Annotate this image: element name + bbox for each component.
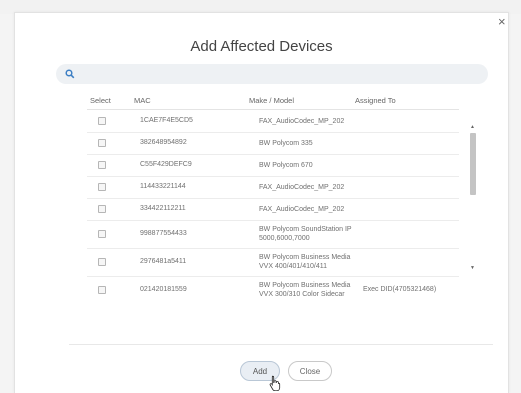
- make-model-cell: BW Polycom Business Media VVX 300/310 Col…: [259, 281, 359, 299]
- column-header-mac: MAC: [134, 96, 151, 105]
- make-model-line: BW Polycom 335: [259, 140, 313, 147]
- row-select-checkbox[interactable]: [98, 230, 106, 238]
- search-input[interactable]: [80, 66, 484, 84]
- make-model-line: VVX 400/401/410/411: [259, 263, 327, 270]
- hand-cursor-icon: [269, 375, 281, 391]
- close-icon[interactable]: ×: [498, 15, 506, 28]
- make-model-cell: BW Polycom 335: [259, 139, 359, 148]
- make-model-cell: FAX_AudioCodec_MP_202: [259, 205, 359, 214]
- table-row[interactable]: 2976481a5411 BW Polycom Business Media VVX…: [87, 248, 459, 277]
- mac-cell: C55F429DEFC9: [140, 161, 192, 168]
- make-model-cell: BW Polycom Business Media VVX 400/401/410…: [259, 253, 359, 271]
- table-row[interactable]: 1CAE7F4E5CD5 FAX_AudioCodec_MP_202: [87, 110, 459, 133]
- column-header-make-model: Make / Model: [249, 96, 295, 105]
- scroll-down-arrow-icon[interactable]: ▼: [470, 266, 475, 271]
- devices-table-body[interactable]: 1CAE7F4E5CD5 FAX_AudioCodec_MP_202 3826489…: [87, 110, 459, 300]
- search-bar[interactable]: [56, 64, 488, 84]
- make-model-cell: BW Polycom SoundStation IP 5000,6000,7000: [259, 225, 359, 243]
- make-model-line: BW Polycom Business Media: [259, 282, 351, 289]
- scroll-up-arrow-icon[interactable]: ▲: [470, 125, 475, 130]
- make-model-line: 5000,6000,7000: [259, 235, 310, 242]
- make-model-line: FAX_AudioCodec_MP_202: [259, 184, 345, 191]
- table-row[interactable]: C55F429DEFC9 BW Polycom 670: [87, 154, 459, 177]
- mac-cell: 021420181559: [140, 286, 187, 293]
- row-select-checkbox[interactable]: [98, 205, 106, 213]
- row-select-checkbox[interactable]: [98, 117, 106, 125]
- table-row[interactable]: 334422112211 FAX_AudioCodec_MP_202: [87, 198, 459, 221]
- make-model-line: BW Polycom 670: [259, 162, 313, 169]
- make-model-line: FAX_AudioCodec_MP_202: [259, 206, 345, 213]
- column-header-assigned-to: Assigned To: [355, 96, 396, 105]
- mac-cell: 1CAE7F4E5CD5: [140, 117, 193, 124]
- add-affected-devices-dialog: Add Affected Devices Select MAC Make / M…: [14, 12, 509, 393]
- row-select-checkbox[interactable]: [98, 258, 106, 266]
- make-model-line: BW Polycom Business Media: [259, 254, 351, 261]
- row-select-checkbox[interactable]: [98, 139, 106, 147]
- assigned-to-cell: Exec DID(4705321468): [363, 286, 437, 293]
- row-select-checkbox[interactable]: [98, 286, 106, 294]
- scrollbar-thumb[interactable]: [470, 133, 476, 195]
- table-row[interactable]: 998877554433 BW Polycom SoundStation IP 50…: [87, 220, 459, 249]
- make-model-line: FAX_AudioCodec_MP_202: [259, 118, 345, 125]
- footer-divider: [69, 344, 493, 345]
- table-row[interactable]: 382648954892 BW Polycom 335: [87, 132, 459, 155]
- make-model-cell: FAX_AudioCodec_MP_202: [259, 117, 359, 126]
- dialog-title: Add Affected Devices: [190, 38, 333, 55]
- make-model-cell: BW Polycom 670: [259, 161, 359, 170]
- table-row[interactable]: 021420181559 BW Polycom Business Media VVX…: [87, 276, 459, 300]
- table-row[interactable]: 114433221144 FAX_AudioCodec_MP_202: [87, 176, 459, 199]
- table-scrollbar[interactable]: ▲ ▼: [469, 123, 477, 299]
- column-header-select: Select: [90, 96, 111, 105]
- row-select-checkbox[interactable]: [98, 183, 106, 191]
- search-icon: [65, 69, 75, 79]
- close-button[interactable]: Close: [288, 361, 332, 381]
- mac-cell: 114433221144: [140, 183, 186, 190]
- make-model-cell: FAX_AudioCodec_MP_202: [259, 183, 359, 192]
- mac-cell: 998877554433: [140, 230, 187, 237]
- mac-cell: 334422112211: [140, 205, 186, 212]
- mac-cell: 382648954892: [140, 139, 187, 146]
- mac-cell: 2976481a5411: [140, 258, 187, 265]
- row-select-checkbox[interactable]: [98, 161, 106, 169]
- make-model-line: BW Polycom SoundStation IP: [259, 226, 352, 233]
- make-model-line: VVX 300/310 Color Sidecar: [259, 291, 345, 298]
